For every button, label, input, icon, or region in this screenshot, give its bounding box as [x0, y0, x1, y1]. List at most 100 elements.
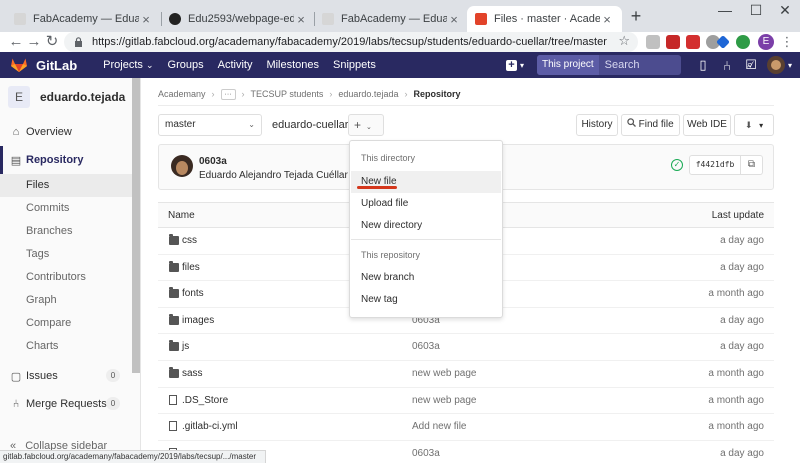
file-name-link[interactable]: files — [182, 262, 200, 273]
sidebar-subitem-contributors[interactable]: Contributors — [0, 266, 140, 289]
commit-author-avatar[interactable] — [171, 155, 193, 177]
breadcrumb-item[interactable]: TECSUP students — [251, 89, 324, 99]
menu-item-new-branch[interactable]: New branch — [351, 267, 501, 289]
sidebar-project-header[interactable]: E eduardo.tejada — [0, 78, 140, 116]
project-sidebar: E eduardo.tejada ⌂ Overview ▤ Repository… — [0, 78, 141, 463]
maximize-button[interactable]: ☐ — [741, 2, 771, 19]
new-tab-button[interactable]: + — [626, 7, 646, 27]
sidebar-subitem-charts[interactable]: Charts — [0, 335, 140, 358]
breadcrumb-more-button[interactable]: ··· — [220, 88, 236, 100]
file-name-link[interactable]: js — [182, 341, 189, 352]
menu-item-new-file[interactable]: New file — [351, 171, 501, 193]
address-bar[interactable]: https://gitlab.fabcloud.org/academany/fa… — [64, 32, 638, 52]
search-scope-badge[interactable]: This project — [536, 55, 599, 75]
breadcrumb-item[interactable]: Academany — [158, 89, 206, 99]
download-icon: ⬇ — [744, 120, 753, 130]
sidebar-toggle-icon[interactable]: ▯ — [691, 57, 715, 73]
menu-item-new-tag[interactable]: New tag — [351, 289, 501, 311]
file-name-link[interactable]: fonts — [182, 288, 204, 299]
gitlab-logo[interactable]: GitLab — [10, 57, 77, 73]
breadcrumb-item[interactable]: eduardo.tejada — [338, 89, 398, 99]
forward-button[interactable]: → — [24, 32, 44, 52]
sidebar-subitem-tags[interactable]: Tags — [0, 243, 140, 266]
github-favicon-icon — [169, 13, 181, 25]
close-window-button[interactable]: ✕ — [770, 2, 800, 19]
nav-snippets[interactable]: Snippets — [333, 59, 376, 71]
menu-item-new-directory[interactable]: New directory — [351, 215, 501, 237]
sidebar-item-overview[interactable]: ⌂ Overview — [0, 118, 140, 146]
browser-tab-active[interactable]: Files · master · Academany / Fab × — [467, 6, 622, 32]
reload-button[interactable]: ↻ — [42, 32, 62, 52]
browser-tab[interactable]: Edu2593/webpage-edu: Example × — [161, 6, 316, 32]
sidebar-subitem-commits[interactable]: Commits — [0, 197, 140, 220]
profile-avatar[interactable]: E — [758, 34, 774, 50]
bookmark-star-icon[interactable]: ☆ — [618, 33, 630, 49]
file-name-link[interactable]: .DS_Store — [182, 395, 228, 406]
sidebar-scrollbar[interactable] — [132, 78, 140, 373]
browser-menu-icon[interactable]: ⋮ — [780, 32, 794, 52]
minimize-button[interactable]: — — [710, 2, 740, 18]
table-row[interactable]: sass new web page a month ago — [158, 361, 774, 388]
caret-down-icon: ▾ — [759, 121, 764, 130]
file-name-link[interactable]: sass — [182, 368, 203, 379]
sidebar-subitem-compare[interactable]: Compare — [0, 312, 140, 335]
back-button[interactable]: ← — [6, 32, 26, 52]
breadcrumb-current[interactable]: Repository — [413, 89, 460, 99]
extension-icon[interactable] — [686, 35, 700, 49]
sidebar-item-repository[interactable]: ▤ Repository — [0, 146, 140, 174]
merge-request-icon[interactable]: ⑃ — [715, 58, 739, 73]
file-name-link[interactable]: .gitlab-ci.yml — [182, 421, 238, 432]
sidebar-item-merge-requests[interactable]: ⑃ Merge Requests 0 — [0, 390, 140, 418]
pipeline-status-icon[interactable]: ✓ — [671, 159, 683, 171]
last-commit-message[interactable]: new web page — [412, 395, 477, 406]
last-commit-message[interactable]: Add new file — [412, 421, 466, 432]
commit-title[interactable]: 0603a — [199, 156, 227, 167]
browser-tab[interactable]: FabAcademy — Eduardo Tejada × — [314, 6, 469, 32]
commit-author[interactable]: Eduardo Alejandro Tejada Cuéllar auth — [199, 170, 370, 181]
tab-close-icon[interactable]: × — [139, 12, 153, 27]
branch-select[interactable]: master ⌄ — [158, 114, 262, 136]
extension-icon[interactable] — [646, 35, 660, 49]
commit-sha[interactable]: f4421dfb — [689, 155, 741, 175]
sidebar-subitem-branches[interactable]: Branches — [0, 220, 140, 243]
web-ide-button[interactable]: Web IDE — [683, 114, 731, 136]
merge-request-icon: ⑃ — [12, 398, 20, 410]
chevron-down-icon: ⌄ — [366, 124, 372, 131]
table-row[interactable]: .gitlab-ci.yml Add new file a month ago — [158, 414, 774, 441]
gitlab-favicon-icon — [475, 13, 487, 25]
browser-tab[interactable]: FabAcademy — Eduardo Tejada × — [6, 6, 161, 32]
tab-close-icon[interactable]: × — [600, 12, 614, 27]
copy-icon[interactable]: ⧉ — [741, 155, 763, 175]
todo-icon[interactable]: ☑ — [739, 57, 763, 73]
nav-groups[interactable]: Groups — [168, 59, 204, 71]
sidebar-item-issues[interactable]: ▢ Issues 0 — [0, 362, 140, 390]
last-commit-message[interactable]: new web page — [412, 368, 477, 379]
tab-close-icon[interactable]: × — [294, 12, 308, 27]
avatar-caret-icon[interactable]: ▾ — [788, 61, 792, 70]
sidebar-subitem-graph[interactable]: Graph — [0, 289, 140, 312]
nav-projects[interactable]: Projects ⌄ — [103, 59, 153, 71]
file-name-link[interactable]: images — [182, 315, 214, 326]
table-row[interactable]: js 0603a a day ago — [158, 334, 774, 361]
search-icon — [627, 118, 638, 129]
download-button[interactable]: ⬇ ▾ — [734, 114, 774, 136]
table-row[interactable]: .DS_Store new web page a month ago — [158, 388, 774, 415]
file-name-link[interactable]: css — [182, 235, 197, 246]
tab-close-icon[interactable]: × — [447, 12, 461, 27]
user-avatar[interactable] — [766, 56, 785, 74]
extension-icon[interactable] — [736, 35, 750, 49]
new-dropdown-button[interactable]: + ▾ — [501, 56, 529, 74]
add-to-tree-button[interactable]: + ⌄ — [348, 114, 384, 136]
history-button[interactable]: History — [576, 114, 618, 136]
browser-tabstrip: FabAcademy — Eduardo Tejada × Edu2593/we… — [0, 0, 800, 32]
folder-icon — [169, 260, 179, 272]
path-root-link[interactable]: eduardo-cuellar — [272, 119, 348, 131]
last-commit-message[interactable]: 0603a — [412, 448, 440, 459]
nav-activity[interactable]: Activity — [218, 59, 253, 71]
sidebar-subitem-files[interactable]: Files — [0, 174, 140, 197]
pdf-extension-icon[interactable] — [666, 35, 680, 49]
nav-milestones[interactable]: Milestones — [266, 59, 319, 71]
find-file-button[interactable]: Find file — [621, 114, 680, 136]
last-commit-message[interactable]: 0603a — [412, 341, 440, 352]
menu-item-upload-file[interactable]: Upload file — [351, 193, 501, 215]
